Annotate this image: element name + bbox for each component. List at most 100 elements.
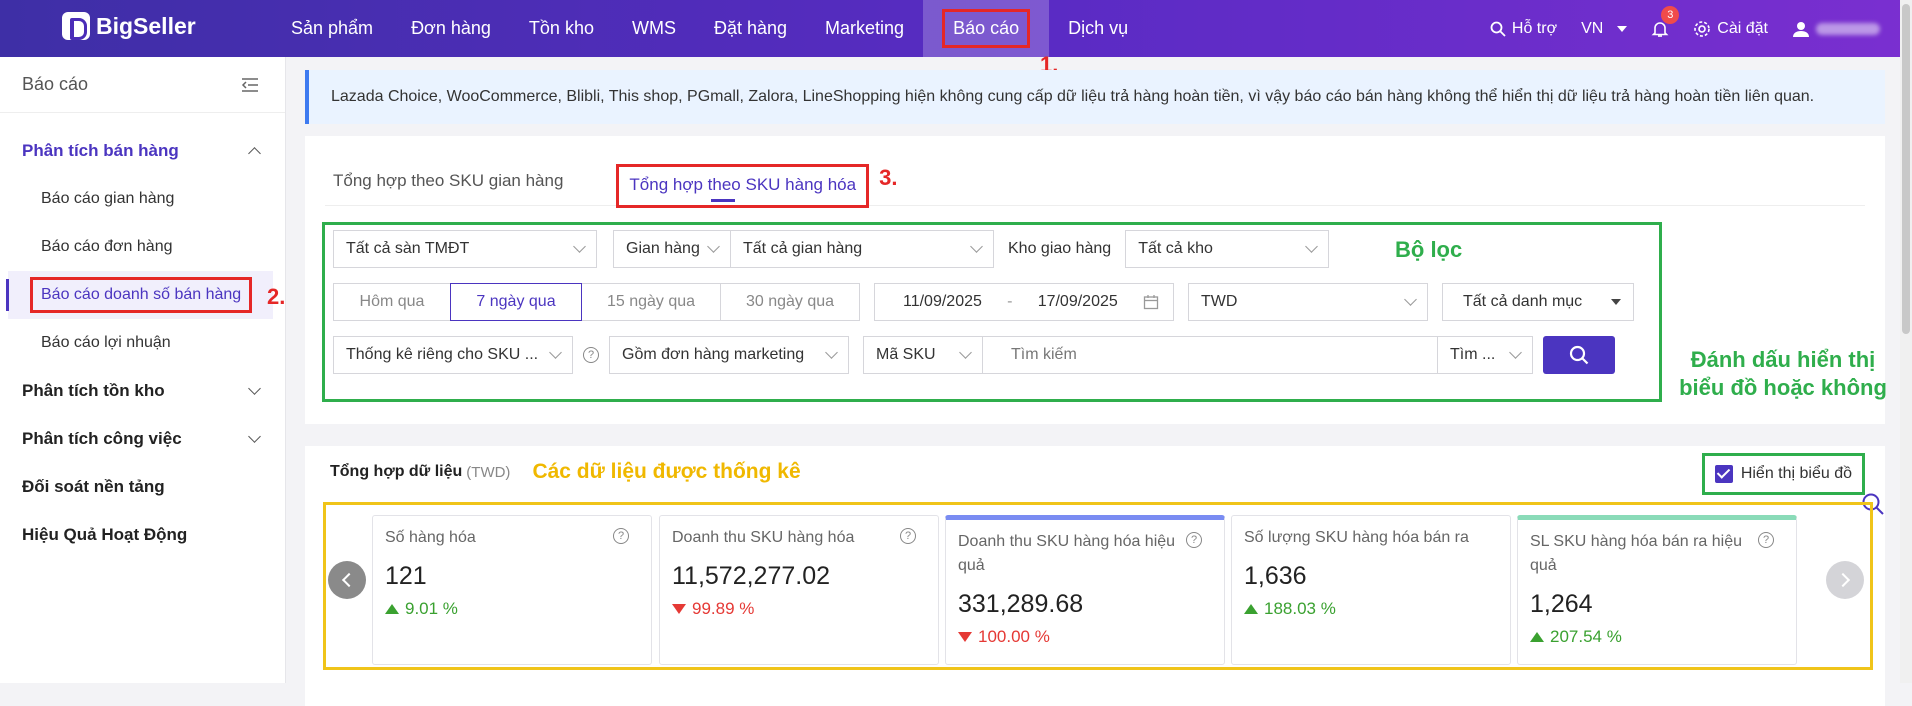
help-icon[interactable]: ? (1186, 532, 1202, 548)
currency-select[interactable]: TWD (1188, 283, 1428, 321)
nav-wms[interactable]: WMS (613, 0, 695, 57)
annotation-step-2: 2. (267, 284, 286, 309)
stat-card-effective-revenue: Doanh thu SKU hàng hóa hiệu quả ? 331,28… (945, 515, 1225, 665)
settings-label: Cài đặt (1717, 19, 1768, 37)
search-field-select[interactable]: Mã SKU (863, 336, 983, 374)
user-menu[interactable] (1792, 20, 1880, 38)
preset-30-days[interactable]: 30 ngày qua (720, 283, 860, 321)
date-to: 17/09/2025 (1037, 293, 1118, 310)
nav-purchase[interactable]: Đặt hàng (695, 0, 806, 57)
help-icon[interactable]: ? (613, 528, 629, 544)
chevron-up-icon (248, 146, 261, 160)
stat-card-change: 100.00 % (958, 627, 1212, 647)
settings-link[interactable]: Cài đặt (1693, 20, 1768, 38)
tab-shop-sku[interactable]: Tổng hợp theo SKU gian hàng (325, 171, 571, 205)
annotation-data-note: Các dữ liệu được thống kê (532, 460, 801, 483)
notification-badge: 3 (1661, 5, 1680, 24)
preset-yesterday[interactable]: Hôm qua (333, 283, 451, 321)
sidebar-title: Báo cáo (22, 74, 89, 94)
filter-panel: Tổng hợp theo SKU gian hàng Tổng hợp the… (305, 136, 1885, 424)
sidebar-group-sales-analysis[interactable]: Phân tích bán hàng (0, 127, 285, 175)
calendar-icon (1143, 295, 1159, 310)
page-scrollbar[interactable] (1900, 0, 1912, 683)
chevron-down-icon (248, 382, 261, 395)
chevron-down-icon (1509, 346, 1522, 359)
carousel-prev-button[interactable] (328, 561, 366, 599)
search-button[interactable] (1543, 336, 1615, 374)
brand-logo[interactable]: BigSeller (62, 12, 196, 40)
notification-button[interactable]: 3 (1651, 5, 1680, 38)
help-icon[interactable]: ? (1758, 532, 1774, 548)
sidebar-group-work-analysis[interactable]: Phân tích công việc (0, 415, 285, 463)
help-icon[interactable]: ? (583, 347, 599, 363)
summary-header: Tổng hợp dữ liệu (TWD) Các dữ liệu được … (305, 446, 1885, 498)
search-placeholder: Tìm kiếm (1011, 346, 1077, 363)
support-link[interactable]: Hỗ trợ (1490, 20, 1557, 38)
sidebar-group-platform-reconciliation[interactable]: Đối soát nền tảng (0, 463, 285, 511)
preset-7-days[interactable]: 7 ngày qua (450, 283, 582, 321)
carousel-next-button[interactable] (1826, 561, 1864, 599)
nav-inventory[interactable]: Tồn kho (510, 0, 613, 57)
sidebar: Báo cáo Phân tích bán hàng Báo cáo gian … (0, 57, 286, 683)
nav-services[interactable]: Dịch vụ (1049, 0, 1147, 57)
scrollbar-thumb[interactable] (1902, 4, 1910, 334)
stat-card-change: 188.03 % (1244, 599, 1498, 619)
summary-cards: Số hàng hóa ? 121 9.01 % Doanh thu SKU h… (323, 502, 1873, 670)
stat-card-value: 1,636 (1244, 562, 1307, 590)
stat-card-change-value: 188.03 % (1264, 599, 1336, 618)
warehouse-select[interactable]: Tất cả kho (1125, 230, 1330, 268)
search-mode-select[interactable]: Tìm ... (1437, 336, 1533, 374)
sidebar-group-activity-performance[interactable]: Hiệu Quả Hoạt Động (0, 511, 285, 559)
sidebar-item-sales-report[interactable]: Báo cáo doanh số bán hàng (6, 271, 273, 319)
collapse-menu-icon[interactable] (241, 77, 259, 93)
nav-reports[interactable]: Báo cáo (923, 0, 1050, 57)
annotation-chart-note-line-1: Đánh dấu hiển thị (1690, 347, 1876, 372)
nav-orders[interactable]: Đơn hàng (392, 0, 510, 57)
chevron-right-icon (1835, 572, 1851, 588)
summary-currency: (TWD) (466, 463, 511, 481)
language-select[interactable]: VN (1581, 20, 1628, 38)
chevron-down-icon (248, 430, 261, 443)
search-icon (1569, 345, 1589, 365)
sidebar-item-profit-report[interactable]: Báo cáo lợi nhuận (0, 319, 285, 367)
shop-type-select[interactable]: Gian hàng (613, 230, 731, 268)
stat-card-change-value: 100.00 % (978, 627, 1050, 646)
stat-card-value: 11,572,277.02 (672, 562, 831, 590)
chevron-down-icon (959, 346, 972, 359)
sidebar-item-shop-report[interactable]: Báo cáo gian hàng (0, 175, 285, 223)
tab-product-sku[interactable]: Tổng hợp theo SKU hàng hóa (616, 164, 870, 208)
annotation-filter-note: Bộ lọc (1395, 237, 1463, 262)
user-icon (1793, 21, 1809, 37)
stat-mode-select[interactable]: Thống kê riêng cho SKU ... (333, 336, 573, 374)
filter-area: Tất cả sàn TMĐT Gian hàng Tất cả gian hà… (322, 222, 1662, 402)
sidebar-group-inventory-analysis[interactable]: Phân tích tồn kho (0, 367, 285, 415)
gear-icon (1694, 20, 1711, 37)
date-separator: - (1007, 293, 1013, 310)
bigseller-logo-icon (62, 12, 90, 40)
sidebar-header: Báo cáo (0, 57, 285, 113)
report-tabs: Tổng hợp theo SKU gian hàng Tổng hợp the… (325, 136, 1865, 208)
chevron-down-icon (970, 240, 983, 253)
stat-card-title: Doanh thu SKU hàng hóa (672, 529, 855, 546)
category-value: Tất cả danh mục (1463, 293, 1583, 310)
show-chart-checkbox[interactable]: Hiển thị biểu đồ (1701, 453, 1865, 495)
date-preset-group: Hôm qua 7 ngày qua 15 ngày qua 30 ngày q… (333, 283, 860, 321)
top-bar: BigSeller Sản phẩm Đơn hàng Tồn kho WMS … (0, 0, 1912, 57)
search-input[interactable]: Tìm kiếm (982, 336, 1438, 374)
help-icon[interactable]: ? (900, 528, 916, 544)
summary-panel: Tổng hợp dữ liệu (TWD) Các dữ liệu được … (305, 446, 1885, 706)
nav-marketing[interactable]: Marketing (806, 0, 923, 57)
marketing-value: Gồm đơn hàng marketing (622, 346, 805, 363)
platform-value: Tất cả sàn TMĐT (346, 240, 470, 257)
category-select[interactable]: Tất cả danh mục (1442, 283, 1634, 321)
top-right-tools: Hỗ trợ VN 3 Cài đặt (1490, 0, 1880, 57)
shop-select[interactable]: Tất cả gian hàng (730, 230, 994, 268)
marketing-orders-select[interactable]: Gồm đơn hàng marketing (609, 336, 849, 374)
sidebar-item-order-report[interactable]: Báo cáo đơn hàng (0, 223, 285, 271)
nav-products[interactable]: Sản phẩm (272, 0, 392, 57)
trend-up-icon (1530, 632, 1544, 642)
platform-select[interactable]: Tất cả sàn TMĐT (333, 230, 597, 268)
date-range-picker[interactable]: 11/09/2025 - 17/09/2025 (874, 283, 1174, 321)
sidebar-group-label: Đối soát nền tảng (22, 477, 165, 496)
preset-15-days[interactable]: 15 ngày qua (581, 283, 721, 321)
